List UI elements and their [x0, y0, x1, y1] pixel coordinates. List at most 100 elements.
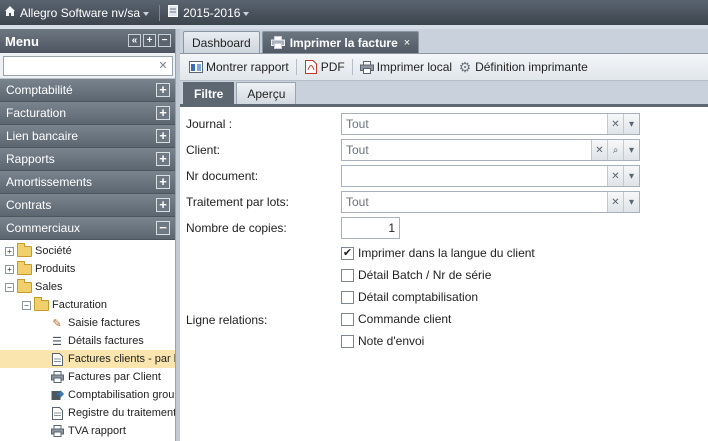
tree-node-facturation[interactable]: − Facturation [0, 296, 175, 314]
checkbox-langue-client[interactable]: ✔ Imprimer dans la langue du client [341, 246, 535, 260]
section-rapports[interactable]: Rapports + [0, 148, 175, 171]
plus-icon[interactable]: + [156, 106, 170, 120]
checkbox-note-envoi[interactable]: Note d'envoi [341, 334, 424, 348]
checkbox-label: Détail comptabilisation [358, 290, 479, 304]
chevron-down-icon[interactable]: ▾ [623, 140, 639, 160]
list-icon: ☰ [52, 335, 62, 348]
divider [295, 59, 297, 75]
tree-label: TVA rapport [68, 425, 126, 437]
tab-bar: Dashboard Imprimer la facture × [180, 29, 708, 54]
copies-label: Nombre de copies: [186, 221, 287, 235]
plus-icon[interactable]: + [156, 129, 170, 143]
checkbox-detail-batch[interactable]: Détail Batch / Nr de série [341, 268, 491, 282]
tree-item-factures-clients[interactable]: Factures clients - par lot [0, 350, 175, 368]
section-label: Commerciaux [6, 221, 81, 235]
expand-icon[interactable]: + [5, 264, 14, 274]
tree-label: Comptabilisation groupée [68, 389, 175, 401]
tab-imprimer-facture[interactable]: Imprimer la facture × [261, 31, 420, 53]
menu-tree: + Société + Produits − Sales − Facturation ✎… [0, 240, 175, 440]
traitement-combo[interactable]: Tout ✕ ▾ [341, 191, 640, 213]
tab-label: Filtre [194, 86, 224, 101]
year-selector[interactable]: 2015-2016 [164, 0, 255, 25]
tree-item-saisie[interactable]: ✎ Saisie factures [0, 314, 175, 332]
pen-icon: ✎ [52, 317, 62, 330]
tree-label: Registre du traitement [68, 407, 175, 419]
close-icon[interactable]: × [404, 37, 410, 49]
copies-input[interactable]: 1 [341, 217, 400, 239]
clear-icon[interactable]: ✕ [607, 166, 623, 186]
chevron-down-icon [243, 11, 250, 16]
plus-icon[interactable]: + [156, 175, 170, 189]
checkbox-commande-client[interactable]: Commande client [341, 312, 451, 326]
expand-all-icon[interactable]: + [143, 34, 156, 47]
search-icon[interactable]: ⌕ [607, 140, 623, 160]
pdf-button[interactable]: PDF [301, 60, 348, 74]
collapse-panel-icon[interactable]: « [128, 34, 141, 47]
section-comptabilite[interactable]: Comptabilité + [0, 79, 175, 102]
checkbox-checked-icon[interactable]: ✔ [341, 246, 354, 260]
checkbox-icon[interactable] [341, 290, 354, 304]
checkbox-icon[interactable] [341, 334, 354, 348]
section-facturation[interactable]: Facturation + [0, 102, 175, 125]
section-amortissements[interactable]: Amortissements + [0, 171, 175, 194]
collapse-icon[interactable]: − [5, 282, 14, 292]
tree-node-societe[interactable]: + Société [0, 242, 175, 260]
divider [159, 4, 161, 21]
chevron-down-icon [143, 11, 150, 16]
report-icon [189, 60, 203, 74]
tab-filtre[interactable]: Filtre [183, 82, 235, 104]
nr-document-combo[interactable]: ✕ ▾ [341, 165, 640, 187]
menu-panel: Menu « + − ✕ Comptabilité + Facturation + … [0, 29, 176, 441]
tab-apercu[interactable]: Aperçu [236, 82, 297, 104]
section-label: Amortissements [6, 175, 93, 189]
gear-icon: ⚙ [458, 58, 472, 75]
clear-icon[interactable]: ✕ [156, 59, 170, 73]
plus-icon[interactable]: + [156, 198, 170, 212]
traitement-value: Tout [346, 195, 369, 209]
menu-search-input[interactable] [3, 56, 173, 76]
section-contrats[interactable]: Contrats + [0, 194, 175, 217]
imprimer-local-button[interactable]: Imprimer local [357, 60, 455, 74]
clear-icon[interactable]: ✕ [591, 140, 607, 160]
tree-node-sales[interactable]: − Sales [0, 278, 175, 296]
collapse-icon[interactable]: − [22, 300, 31, 310]
section-label: Comptabilité [6, 83, 73, 97]
checkbox-icon[interactable] [341, 268, 354, 282]
company-name: Allegro Software nv/sa [20, 5, 141, 20]
tab-dashboard[interactable]: Dashboard [183, 31, 260, 53]
tree-item-factures-par-client[interactable]: Factures par Client [0, 368, 175, 386]
printer-icon [270, 36, 285, 49]
client-combo[interactable]: Tout ✕ ⌕ ▾ [341, 139, 640, 161]
company-selector[interactable]: Allegro Software nv/sa [0, 0, 155, 25]
button-label: PDF [320, 60, 345, 74]
minus-icon[interactable]: − [156, 221, 170, 235]
journal-label: Journal : [186, 117, 233, 131]
clear-icon[interactable]: ✕ [607, 114, 623, 134]
clear-icon[interactable]: ✕ [607, 192, 623, 212]
section-commerciaux[interactable]: Commerciaux − [0, 217, 175, 240]
tree-node-produits[interactable]: + Produits [0, 260, 175, 278]
tree-label: Facturation [52, 299, 108, 311]
chevron-down-icon[interactable]: ▾ [623, 114, 639, 134]
fiscal-year: 2015-2016 [183, 5, 241, 20]
tree-item-comptabilisation[interactable]: Comptabilisation groupée [0, 386, 175, 404]
journal-combo[interactable]: Tout ✕ ▾ [341, 113, 640, 135]
montrer-rapport-button[interactable]: Montrer rapport [186, 60, 292, 74]
section-lien-bancaire[interactable]: Lien bancaire + [0, 125, 175, 148]
checkbox-icon[interactable] [341, 312, 354, 326]
plus-icon[interactable]: + [156, 83, 170, 97]
tree-item-tva[interactable]: TVA rapport [0, 422, 175, 440]
plus-icon[interactable]: + [156, 152, 170, 166]
tree-item-details[interactable]: ☰ Détails factures [0, 332, 175, 350]
button-label: Définition imprimante [475, 60, 588, 74]
tree-item-registre[interactable]: Registre du traitement [0, 404, 175, 422]
chevron-down-icon[interactable]: ▾ [623, 192, 639, 212]
collapse-all-icon[interactable]: − [158, 34, 171, 47]
checkbox-detail-comptabilisation[interactable]: Détail comptabilisation [341, 290, 478, 304]
expand-icon[interactable]: + [5, 246, 14, 256]
tree-label: Produits [35, 263, 76, 275]
tab-label: Dashboard [192, 35, 251, 50]
definition-imprimante-button[interactable]: ⚙ Définition imprimante [455, 58, 591, 75]
folder-icon [17, 242, 32, 257]
chevron-down-icon[interactable]: ▾ [623, 166, 639, 186]
